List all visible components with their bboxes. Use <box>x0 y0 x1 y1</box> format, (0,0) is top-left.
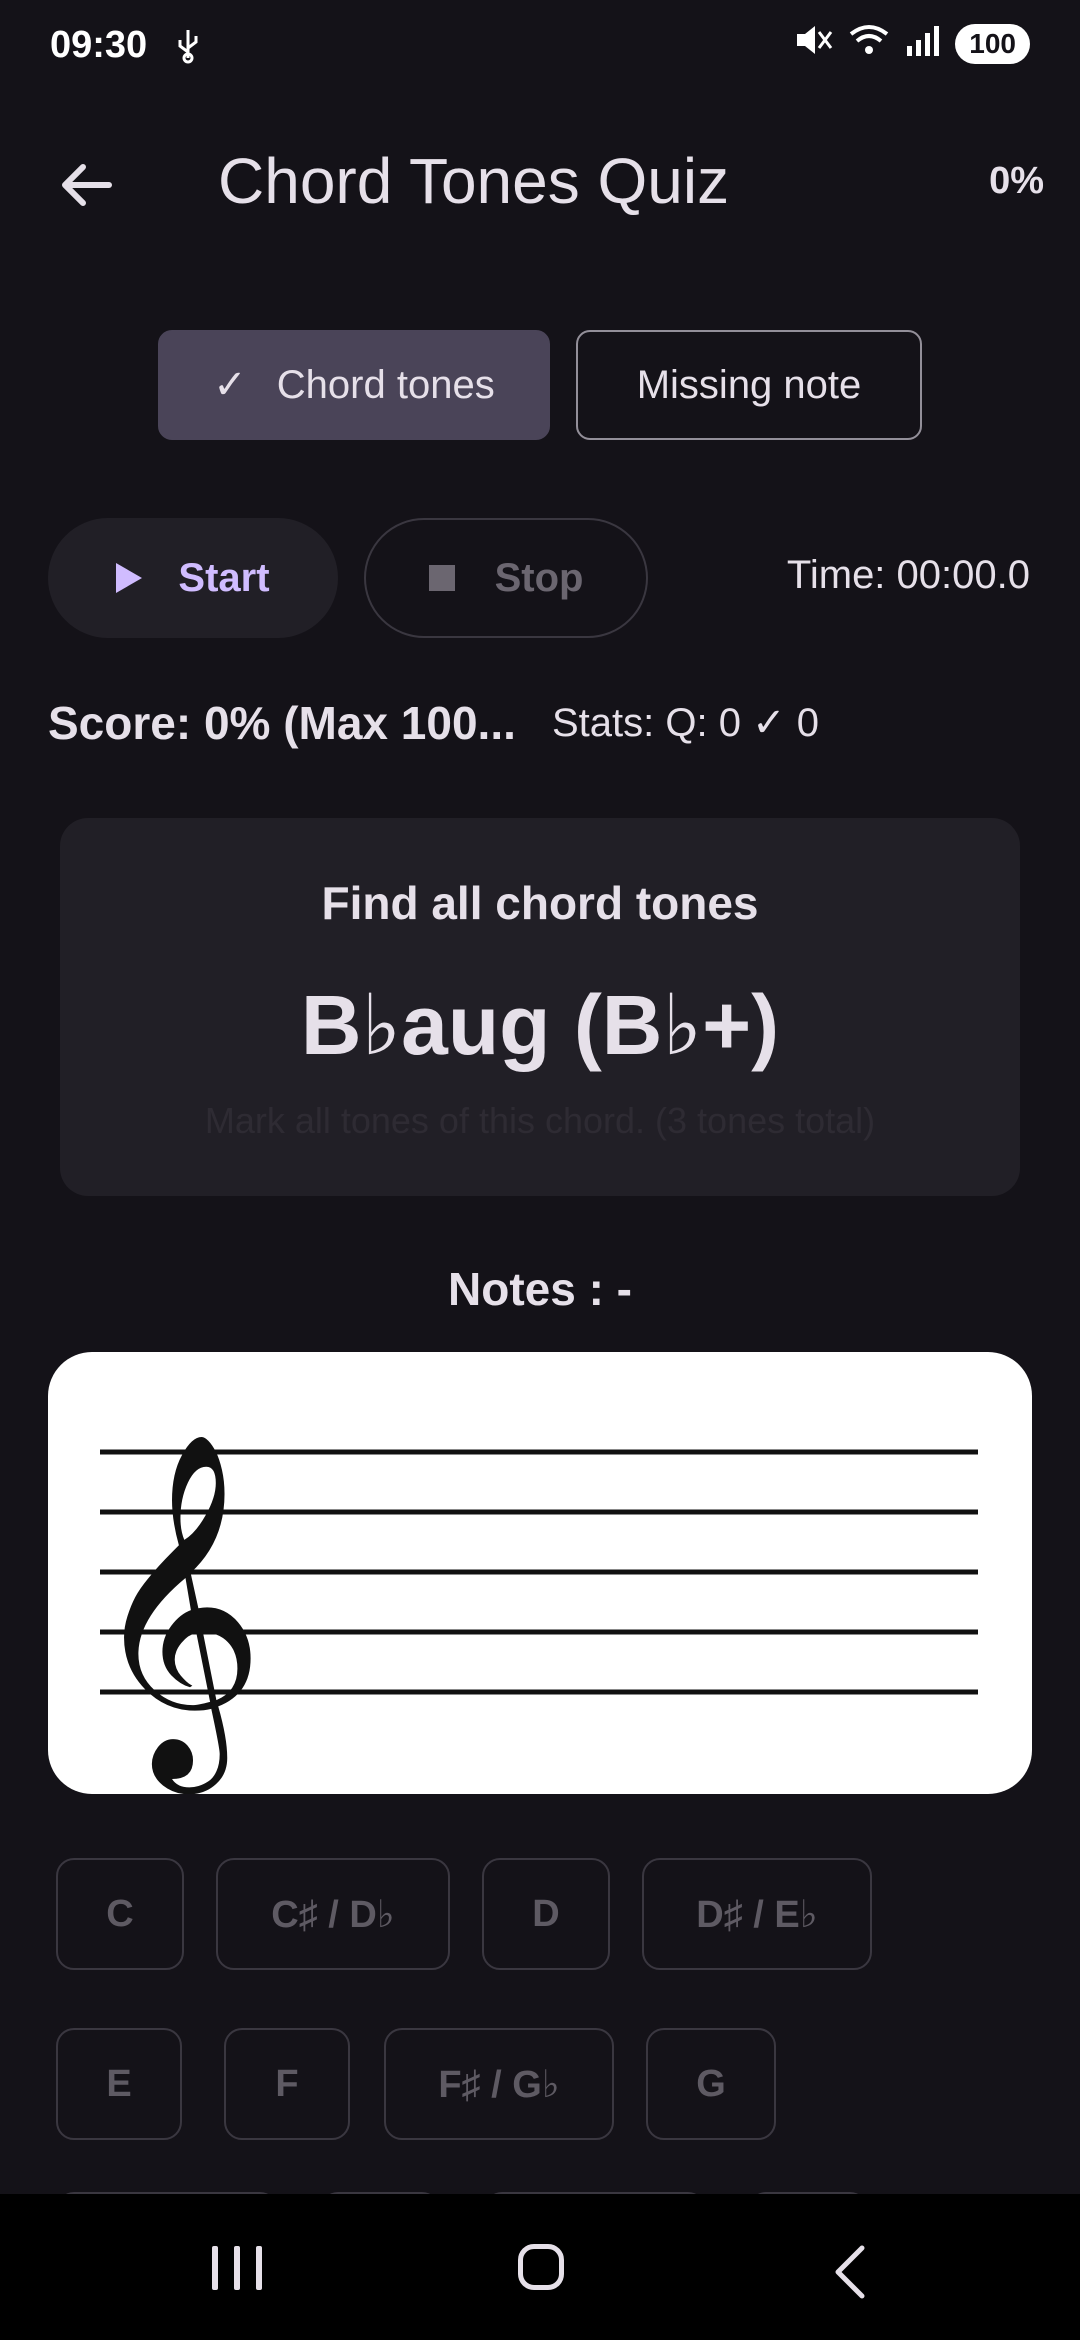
note-key-f[interactable]: F <box>224 2028 350 2140</box>
note-key-e[interactable]: E <box>56 2028 182 2140</box>
stop-button[interactable]: Stop <box>364 518 648 638</box>
start-button[interactable]: Start <box>48 518 338 638</box>
stats-text: Stats: Q: 0 ✓ 0 <box>552 701 819 745</box>
usb-icon <box>176 28 200 73</box>
start-label: Start <box>178 555 270 600</box>
arrow-left-icon <box>62 164 112 206</box>
page-title: Chord Tones Quiz <box>218 145 730 217</box>
note-key-c-sharp[interactable]: C♯ / D♭ <box>216 1858 450 1970</box>
segment-chord-tones-label: Chord tones <box>276 362 495 407</box>
check-icon: ✓ <box>213 363 247 407</box>
stop-icon <box>428 565 455 591</box>
chord-name: B♭aug (B♭+) <box>300 978 780 1072</box>
note-key-d[interactable]: D <box>482 1858 610 1970</box>
segment-chord-tones[interactable]: ✓ Chord tones <box>158 330 550 440</box>
stop-label: Stop <box>494 555 584 600</box>
question-title: Find all chord tones <box>321 877 759 929</box>
home-icon[interactable] <box>518 2244 564 2290</box>
score-text: Score: 0% (Max 100... <box>48 697 516 749</box>
note-key-g[interactable]: G <box>646 2028 776 2140</box>
battery-icon: 100 <box>955 24 1030 64</box>
wifi-icon <box>847 22 891 66</box>
note-key-c[interactable]: C <box>56 1858 184 1970</box>
treble-clef-icon: 𝄞 <box>88 1429 265 1794</box>
status-icons: 100 <box>793 22 1030 66</box>
signal-icon <box>905 22 941 66</box>
question-hint: Mark all tones of this chord. (3 tones t… <box>204 1100 876 1141</box>
note-key-d-sharp[interactable]: D♯ / E♭ <box>642 1858 872 1970</box>
notes-label: Notes : - <box>448 1263 632 1315</box>
segment-missing-note-label: Missing note <box>636 362 862 407</box>
music-staff[interactable]: 𝄞 <box>48 1352 1032 1796</box>
question-card: Find all chord tones B♭aug (B♭+) Mark al… <box>60 818 1020 1196</box>
note-key-f-sharp[interactable]: F♯ / G♭ <box>384 2028 614 2140</box>
status-time: 09:30 <box>50 24 148 66</box>
progress-percent: 0% <box>989 160 1044 202</box>
timer: Time: 00:00.0 <box>786 553 1030 597</box>
play-icon <box>116 563 143 593</box>
segment-missing-note[interactable]: Missing note <box>576 330 922 440</box>
recent-apps-icon[interactable] <box>212 2246 262 2290</box>
back-nav-icon[interactable] <box>830 2244 870 2305</box>
back-button[interactable] <box>50 150 120 220</box>
mute-icon <box>793 22 833 66</box>
